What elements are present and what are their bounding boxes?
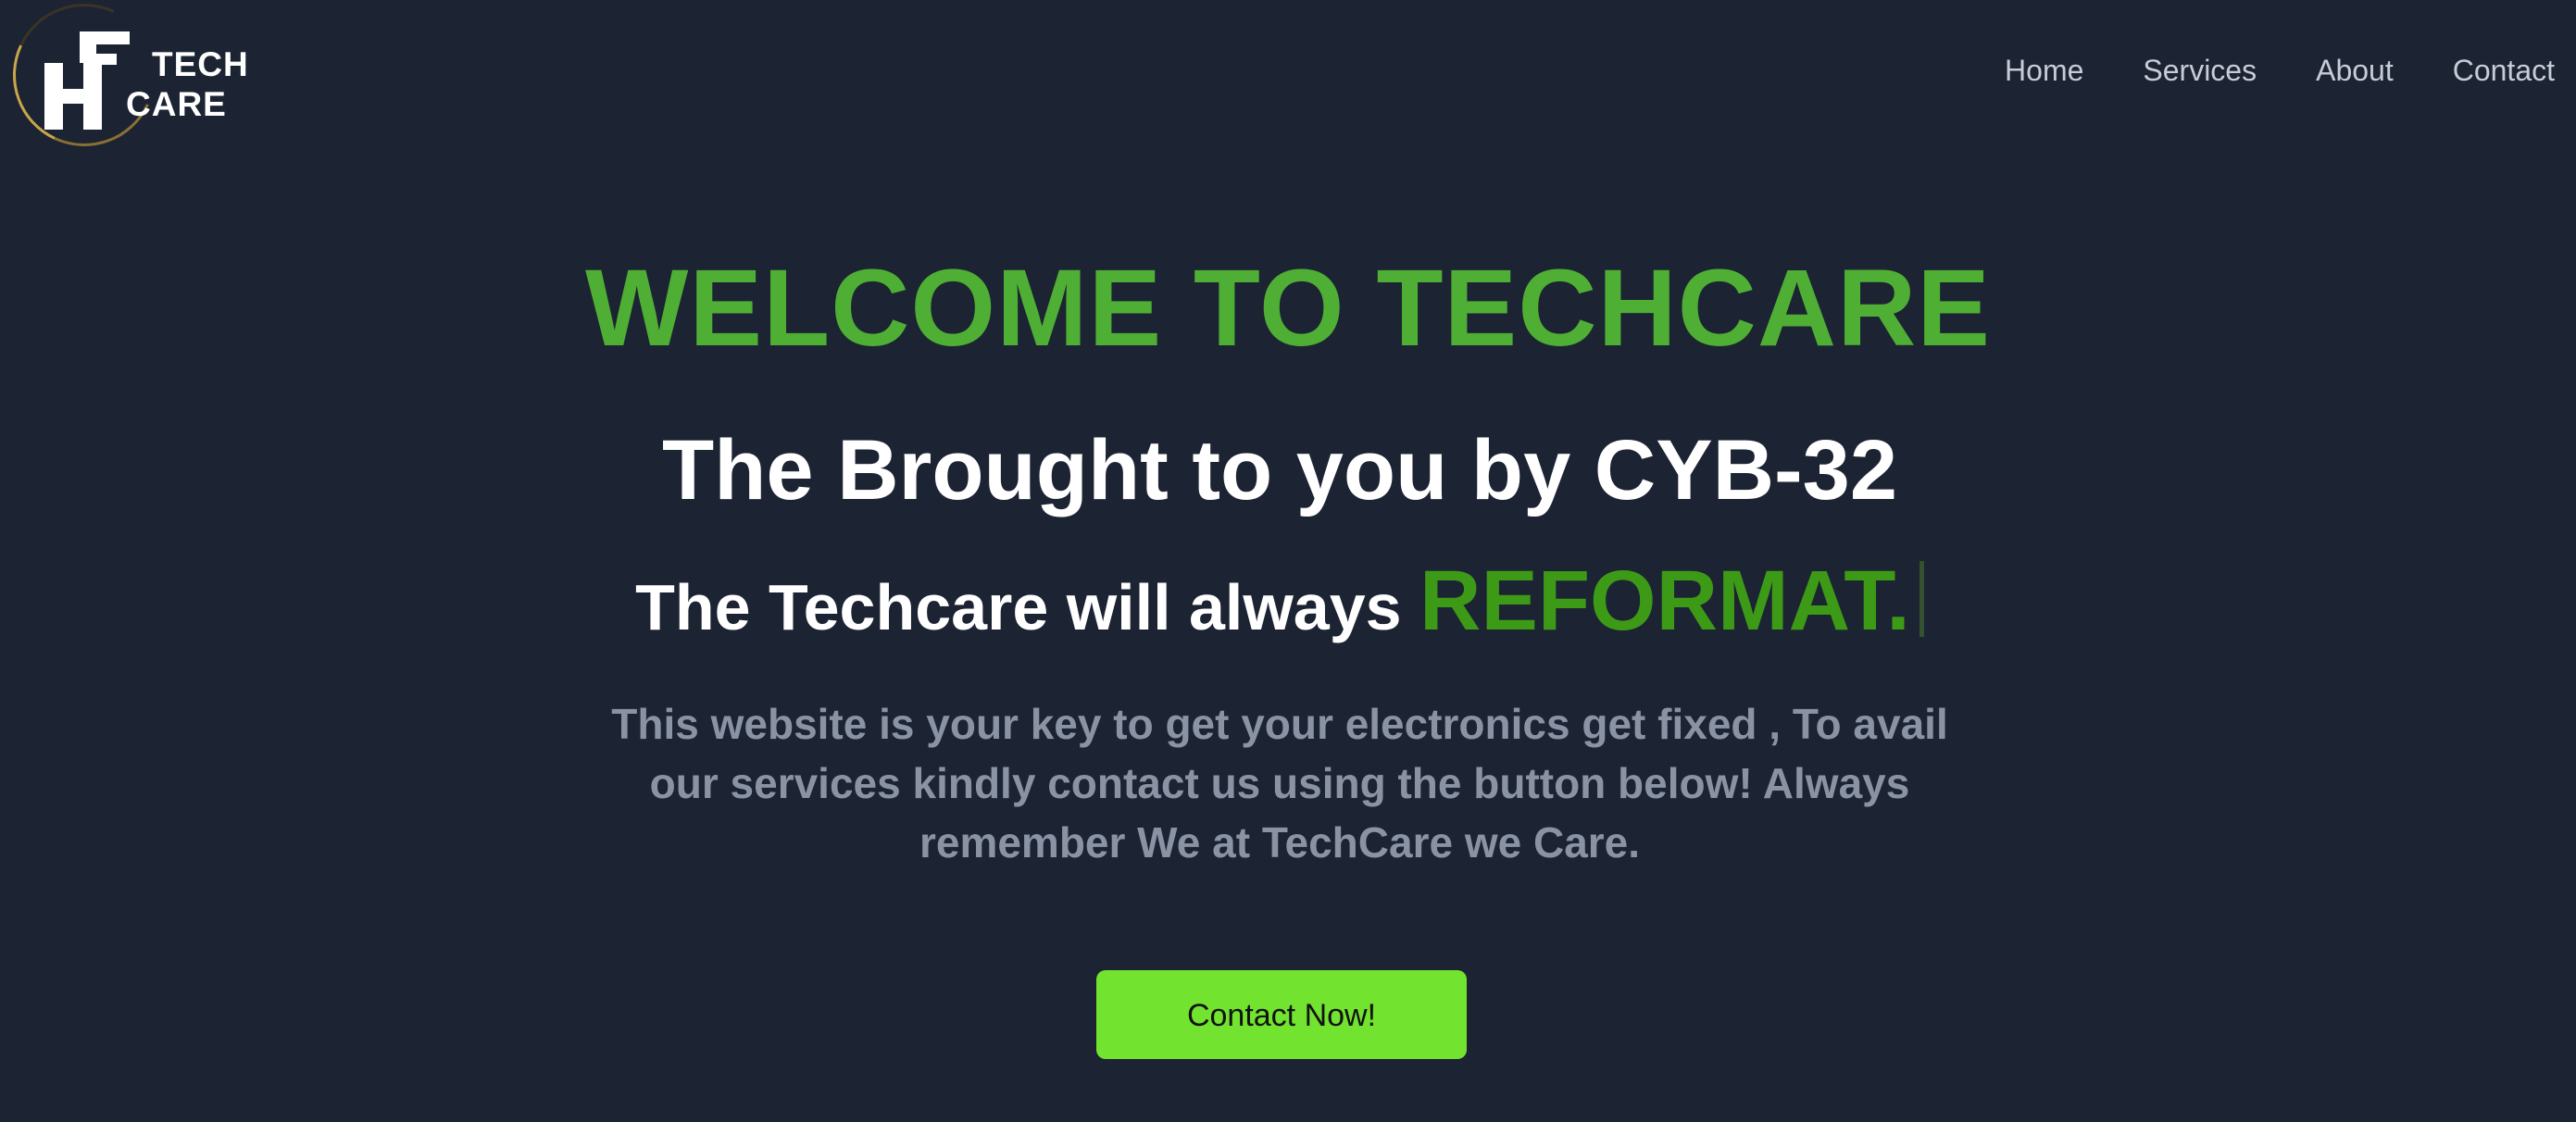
main-nav: Home Services About Contact <box>2005 52 2555 89</box>
tagline-prefix: The Techcare will always <box>635 571 1402 643</box>
hero-title: WELCOME TO TECHCARE <box>584 247 1992 369</box>
nav-link-about[interactable]: About <box>2316 52 2394 89</box>
typed-word: REFORMAT. <box>1419 554 1910 648</box>
hero-subtitle: The Brought to you by CYB-32 <box>662 423 1897 517</box>
nav-link-home[interactable]: Home <box>2005 52 2083 89</box>
site-header: TECH CARE Home Services About Contact <box>0 0 2576 167</box>
nav-link-contact[interactable]: Contact <box>2453 52 2555 89</box>
logo-text-tech: TECH <box>152 45 249 83</box>
typing-cursor <box>1919 561 1924 637</box>
hero-description: This website is your key to get your ele… <box>611 700 1948 866</box>
nav-link-services[interactable]: Services <box>2143 52 2257 89</box>
brand-logo[interactable]: TECH CARE <box>0 0 257 167</box>
logo-wordmark: TECH CARE <box>119 44 249 124</box>
logo-text-care: CARE <box>126 85 227 123</box>
contact-now-button[interactable]: Contact Now! <box>1096 970 1467 1059</box>
hero-tagline: The Techcare will always REFORMAT. <box>0 556 2559 652</box>
